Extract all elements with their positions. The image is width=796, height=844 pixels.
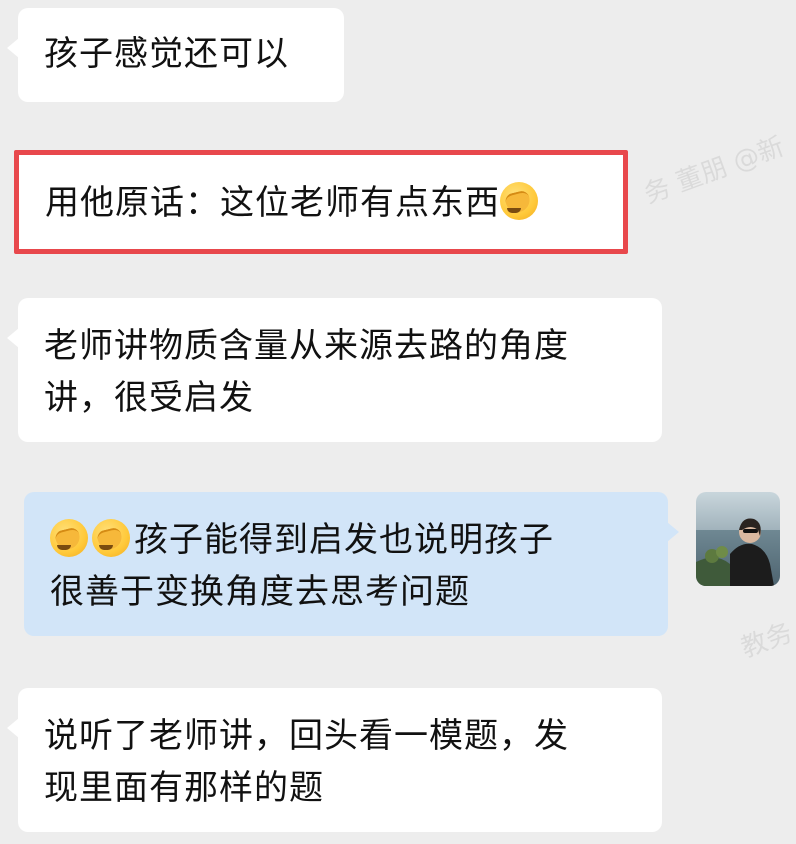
highlighted-message[interactable]: 用他原话：这位老师有点东西 <box>14 150 628 254</box>
facepalm-emoji-icon <box>92 519 130 557</box>
message-text-line: 讲，很受启发 <box>44 378 254 418</box>
message-text-line: 很善于变换角度去思考问题 <box>50 572 470 612</box>
message-text: 孩子能得到启发也说明孩子 <box>134 520 554 560</box>
message-bubble-outgoing[interactable]: 孩子能得到启发也说明孩子 很善于变换角度去思考问题 <box>24 492 679 636</box>
avatar-image <box>696 492 780 586</box>
message-text-line: 说听了老师讲，回头看一模题，发 <box>44 716 569 756</box>
watermark: 务 董朋 @新 <box>640 131 789 211</box>
message-bubble-incoming[interactable]: 孩子感觉还可以 <box>7 8 344 102</box>
message-text: 用他原话：这位老师有点东西 <box>45 183 500 223</box>
message-text-line: 孩子能得到启发也说明孩子 <box>50 514 668 566</box>
message-text-line: 老师讲物质含量从来源去路的角度 <box>44 326 569 366</box>
facepalm-emoji-icon <box>50 519 88 557</box>
user-avatar[interactable] <box>696 492 780 586</box>
facepalm-emoji-icon <box>500 182 538 220</box>
message-text: 孩子感觉还可以 <box>44 34 289 74</box>
message-bubble-incoming[interactable]: 说听了老师讲，回头看一模题，发 现里面有那样的题 <box>7 688 662 832</box>
message-text-container: 用他原话：这位老师有点东西 <box>45 177 542 229</box>
message-bubble-incoming[interactable]: 老师讲物质含量从来源去路的角度 讲，很受启发 <box>7 298 662 442</box>
message-text-line: 现里面有那样的题 <box>44 768 324 808</box>
watermark: 教务 <box>737 617 796 664</box>
